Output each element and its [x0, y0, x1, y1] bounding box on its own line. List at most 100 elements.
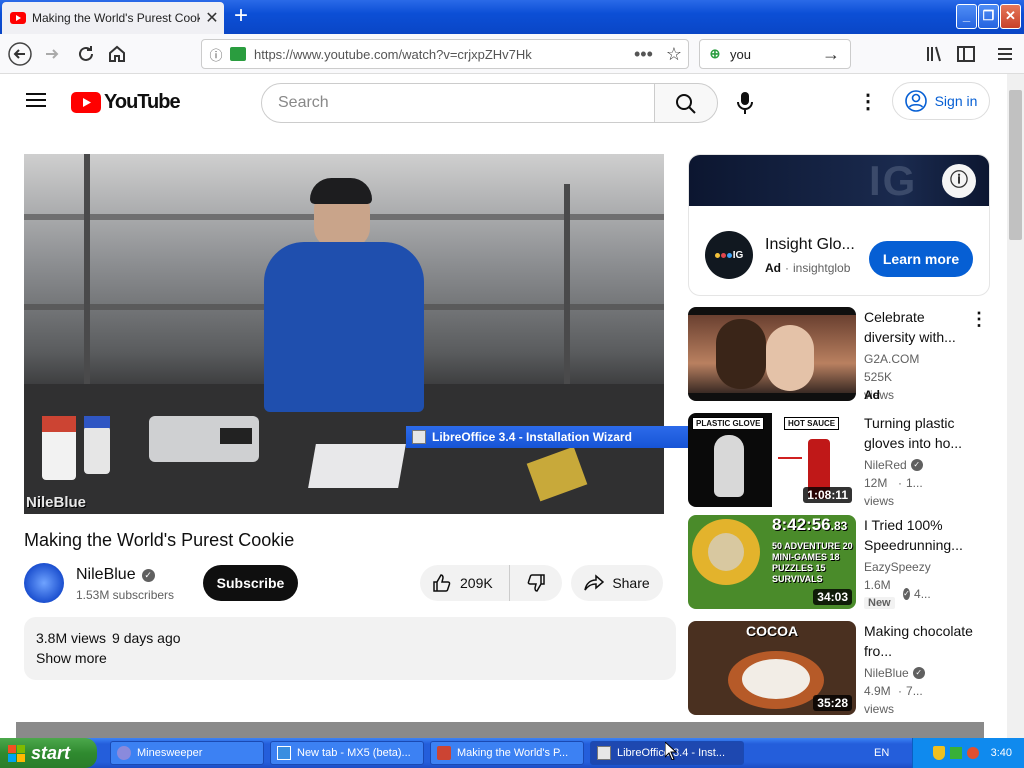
clock: 3:40: [990, 747, 1012, 759]
library-icon[interactable]: [922, 42, 946, 66]
page-actions-icon[interactable]: •••: [634, 44, 660, 65]
tray-app-icon[interactable]: [966, 747, 979, 759]
search-go-icon[interactable]: →: [822, 44, 850, 65]
microphone-icon[interactable]: [736, 92, 754, 119]
sidebar-icon[interactable]: [954, 42, 978, 66]
youtube-logo[interactable]: YouTube: [71, 91, 181, 114]
youtube-search-input[interactable]: Search: [261, 83, 655, 123]
learn-more-button[interactable]: Learn more: [869, 241, 973, 277]
verified-icon: ✓: [910, 459, 923, 471]
account-icon: [904, 90, 927, 112]
url-bar[interactable]: ⓘ https://www.youtube.com/watch?v=crjxpZ…: [201, 39, 689, 69]
minimize-button[interactable]: _: [956, 4, 977, 29]
back-button[interactable]: [8, 42, 32, 66]
guide-menu-icon[interactable]: [26, 92, 46, 113]
ad-banner[interactable]: IG ⓘ: [689, 155, 989, 206]
horizontal-scrollbar[interactable]: [16, 722, 984, 738]
video-thumbnail[interactable]: 8:42:56.83 50 ADVENTURE 20 MINI-GAMES 18…: [688, 515, 856, 609]
sign-in-label: Sign in: [934, 93, 978, 109]
tab-title: Making the World's Purest Cookie: [32, 11, 200, 25]
like-dislike-group: 209K: [420, 565, 562, 601]
mx5-icon: [277, 746, 291, 760]
recommendation-title[interactable]: Making chocolate fro...: [864, 621, 974, 661]
lab-coat: [264, 242, 424, 412]
video-thumbnail[interactable]: [688, 307, 856, 401]
item-menu-icon[interactable]: ⋮: [970, 309, 988, 330]
search-engine-icon[interactable]: ⊕: [700, 46, 730, 62]
share-label: Share: [612, 575, 650, 591]
scrollbar-thumb[interactable]: [1009, 90, 1022, 240]
new-tab-button[interactable]: +: [228, 4, 254, 30]
browser-tab[interactable]: Making the World's Purest Cookie ✕: [2, 2, 224, 34]
view-count: 3.8M views: [36, 630, 107, 646]
share-button[interactable]: Share: [571, 565, 663, 601]
recommendation-age: 7...: [906, 684, 923, 698]
menu-icon[interactable]: [993, 42, 1017, 66]
thumb-timer: 8:42:56.83: [772, 515, 848, 534]
taskbar-item-youtube[interactable]: Making the World's P...: [430, 741, 584, 765]
libreoffice-task-icon: [597, 746, 611, 760]
channel-row[interactable]: NileBlue ✓: [864, 664, 925, 682]
recommendation-channel[interactable]: NileRed: [864, 456, 907, 474]
sign-in-button[interactable]: Sign in: [892, 82, 990, 120]
youtube-header: YouTube Search ⋮ Sign in: [0, 74, 1007, 130]
browser-search-box[interactable]: ⊕ you →: [699, 39, 851, 69]
recommendation-title[interactable]: Turning plastic gloves into ho...: [864, 413, 974, 453]
advertiser-name: Insight Glo...: [765, 236, 855, 253]
show-more-link[interactable]: Show more: [36, 650, 107, 666]
ad-info-icon[interactable]: ⓘ: [942, 164, 976, 198]
restore-button[interactable]: ❐: [978, 4, 999, 29]
start-button[interactable]: start: [0, 738, 97, 768]
recommendation-views: 12M views: [864, 476, 895, 508]
channel-name-row[interactable]: NileBlue ✓: [76, 566, 155, 584]
channel-name[interactable]: NileBlue: [76, 566, 136, 584]
recommendation-channel[interactable]: EazySpeezy: [864, 558, 931, 576]
browser-titlebar: Making the World's Purest Cookie ✕ + _ ❐…: [0, 0, 1024, 34]
recommendation-title[interactable]: I Tried 100% Speedrunning...: [864, 515, 974, 555]
video-thumbnail[interactable]: COCOA 35:28: [688, 621, 856, 715]
dislike-button[interactable]: [510, 565, 562, 601]
recommendation-channel[interactable]: G2A.COM: [864, 350, 919, 368]
language-indicator[interactable]: EN: [874, 747, 889, 759]
page-scrollbar[interactable]: [1007, 74, 1024, 738]
ad-label: Ad: [765, 261, 781, 275]
views-row: 12M views · 1...: [864, 476, 923, 508]
share-icon: [584, 574, 605, 591]
ad-card[interactable]: IG ⓘ IG Insight Glo... Ad · insightglob L…: [688, 154, 990, 296]
verified-icon: ✓: [912, 667, 925, 679]
taskbar-item-mx5[interactable]: New tab - MX5 (beta)...: [270, 741, 424, 765]
forward-button[interactable]: [40, 42, 64, 66]
browser-navbar: ⓘ https://www.youtube.com/watch?v=crjxpZ…: [0, 34, 1024, 74]
video-player[interactable]: NileBlue: [24, 154, 664, 514]
thumbs-down-icon: [527, 574, 545, 592]
verified-icon: ✓: [903, 588, 911, 600]
home-button[interactable]: [105, 42, 129, 66]
advertiser-logo-text: IG: [732, 249, 744, 261]
ad-banner-text: IG: [869, 157, 918, 204]
taskbar-item-minesweeper[interactable]: Minesweeper: [110, 741, 264, 765]
bookmark-star-icon[interactable]: ☆: [660, 44, 688, 65]
close-window-button[interactable]: ✕: [1000, 4, 1021, 29]
tab-close-icon[interactable]: ✕: [200, 8, 224, 28]
video-thumbnail[interactable]: PLASTIC GLOVE HOT SAUCE 1:08:11: [688, 413, 856, 507]
reload-button[interactable]: [74, 42, 98, 66]
description-box[interactable]: 3.8M views 9 days ago Show more: [24, 617, 676, 680]
thumb-label-left: PLASTIC GLOVE: [692, 417, 765, 430]
like-button[interactable]: 209K: [420, 565, 510, 601]
upload-age: 9 days ago: [112, 630, 181, 646]
info-icon[interactable]: ⓘ: [202, 45, 230, 64]
subscribe-button[interactable]: Subscribe: [203, 565, 298, 601]
lock-icon[interactable]: [230, 47, 246, 61]
security-shield-icon[interactable]: [932, 746, 945, 760]
mouse-cursor-icon: [664, 740, 678, 765]
network-icon[interactable]: [949, 747, 962, 759]
channel-row[interactable]: NileRed ✓: [864, 456, 923, 474]
recommendation-title[interactable]: Celebrate diversity with...: [864, 307, 974, 347]
recommendation-channel[interactable]: NileBlue: [864, 664, 909, 682]
thumb-label: COCOA: [746, 623, 799, 639]
more-options-icon[interactable]: ⋮: [858, 92, 878, 112]
search-value: you: [730, 46, 751, 62]
url-text: https://www.youtube.com/watch?v=crjxpZHv…: [254, 46, 532, 62]
channel-avatar[interactable]: [24, 563, 64, 603]
youtube-search-button[interactable]: [654, 83, 718, 123]
